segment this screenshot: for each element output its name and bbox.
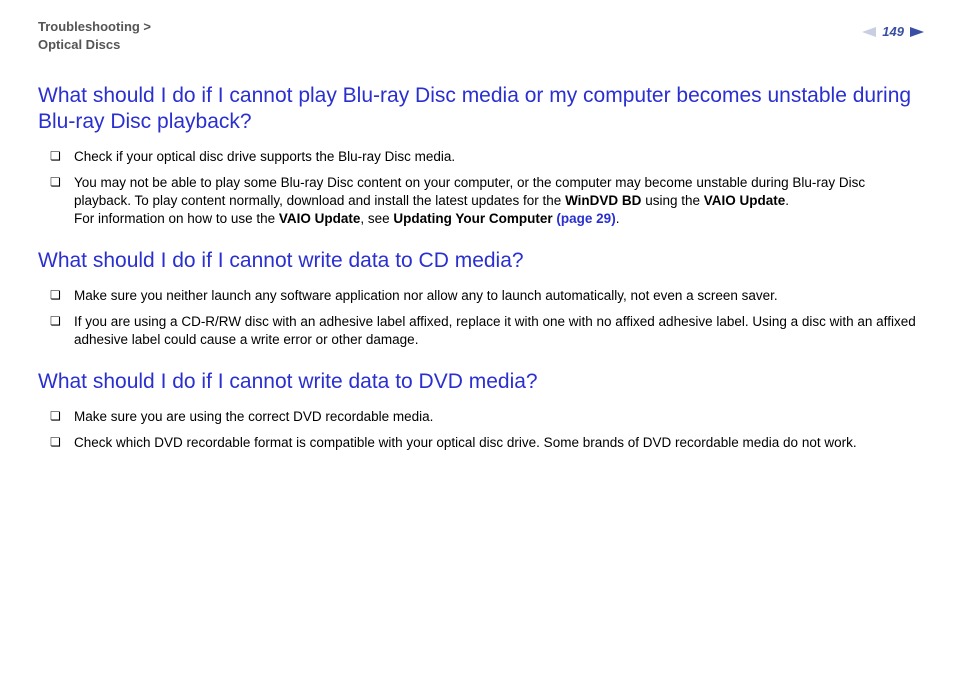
list-text: If you are using a CD-R/RW disc with an … (74, 314, 916, 347)
breadcrumb: Troubleshooting > Optical Discs (38, 18, 151, 53)
bullet-list: Make sure you neither launch any softwar… (38, 287, 924, 350)
section-heading: What should I do if I cannot play Blu-ra… (38, 83, 924, 136)
bold-text: Updating Your Computer (393, 211, 556, 226)
list-item: Make sure you neither launch any softwar… (50, 287, 924, 305)
list-item: If you are using a CD-R/RW disc with an … (50, 313, 924, 349)
list-text: using the (641, 193, 703, 208)
list-item: Check if your optical disc drive support… (50, 148, 924, 166)
bullet-list: Make sure you are using the correct DVD … (38, 408, 924, 452)
list-text: . (616, 211, 620, 226)
page-number: 149 (882, 24, 904, 39)
breadcrumb-page: Optical Discs (38, 36, 151, 54)
list-item: Check which DVD recordable format is com… (50, 434, 924, 452)
bold-text: VAIO Update (279, 211, 361, 226)
section-heading: What should I do if I cannot write data … (38, 369, 924, 395)
list-text: Make sure you neither launch any softwar… (74, 288, 778, 303)
bold-text: VAIO Update (704, 193, 786, 208)
page-header: Troubleshooting > Optical Discs 149 (38, 18, 924, 53)
list-text: . (785, 193, 789, 208)
list-text: Check which DVD recordable format is com… (74, 435, 857, 450)
list-item: You may not be able to play some Blu-ray… (50, 174, 924, 229)
next-page-icon[interactable] (910, 27, 924, 37)
list-text: , see (360, 211, 393, 226)
list-item: Make sure you are using the correct DVD … (50, 408, 924, 426)
list-text: Check if your optical disc drive support… (74, 149, 455, 164)
breadcrumb-section: Troubleshooting > (38, 18, 151, 36)
prev-page-icon[interactable] (862, 27, 876, 37)
list-text: Make sure you are using the correct DVD … (74, 409, 433, 424)
bold-text: WinDVD BD (565, 193, 641, 208)
bullet-list: Check if your optical disc drive support… (38, 148, 924, 229)
page-nav: 149 (862, 24, 924, 39)
list-text: For information on how to use the (74, 211, 279, 226)
page-link[interactable]: (page 29) (556, 211, 615, 226)
section-heading: What should I do if I cannot write data … (38, 248, 924, 274)
